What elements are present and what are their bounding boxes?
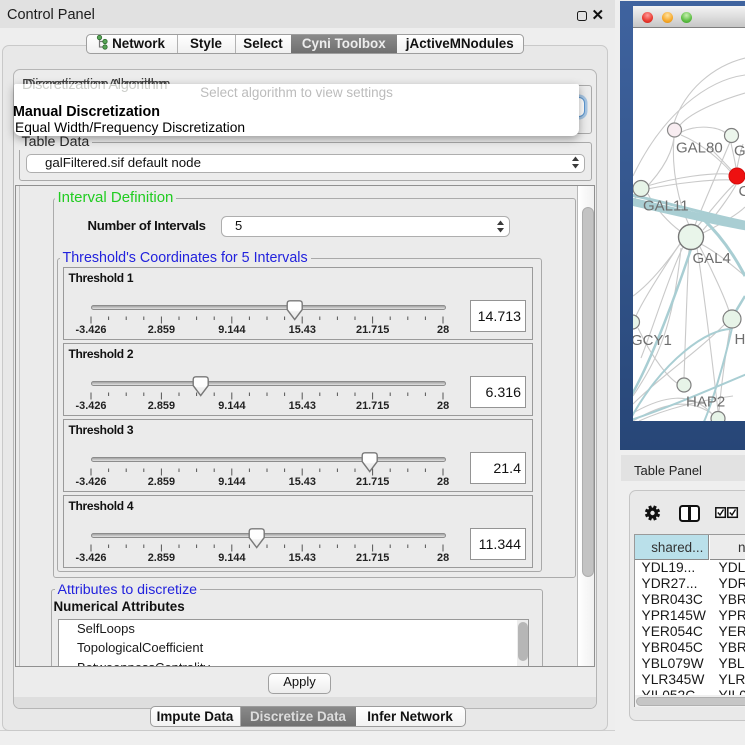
svg-text:C: C xyxy=(739,183,745,200)
svg-text:H: H xyxy=(735,331,745,348)
svg-text:GAL4: GAL4 xyxy=(693,250,731,267)
svg-text:GAL11: GAL11 xyxy=(643,198,689,215)
svg-text:GCY1: GCY1 xyxy=(633,332,672,349)
svg-text:GA: GA xyxy=(734,143,745,160)
svg-text:GAL80: GAL80 xyxy=(676,140,723,157)
svg-text:HAP2: HAP2 xyxy=(686,394,725,411)
